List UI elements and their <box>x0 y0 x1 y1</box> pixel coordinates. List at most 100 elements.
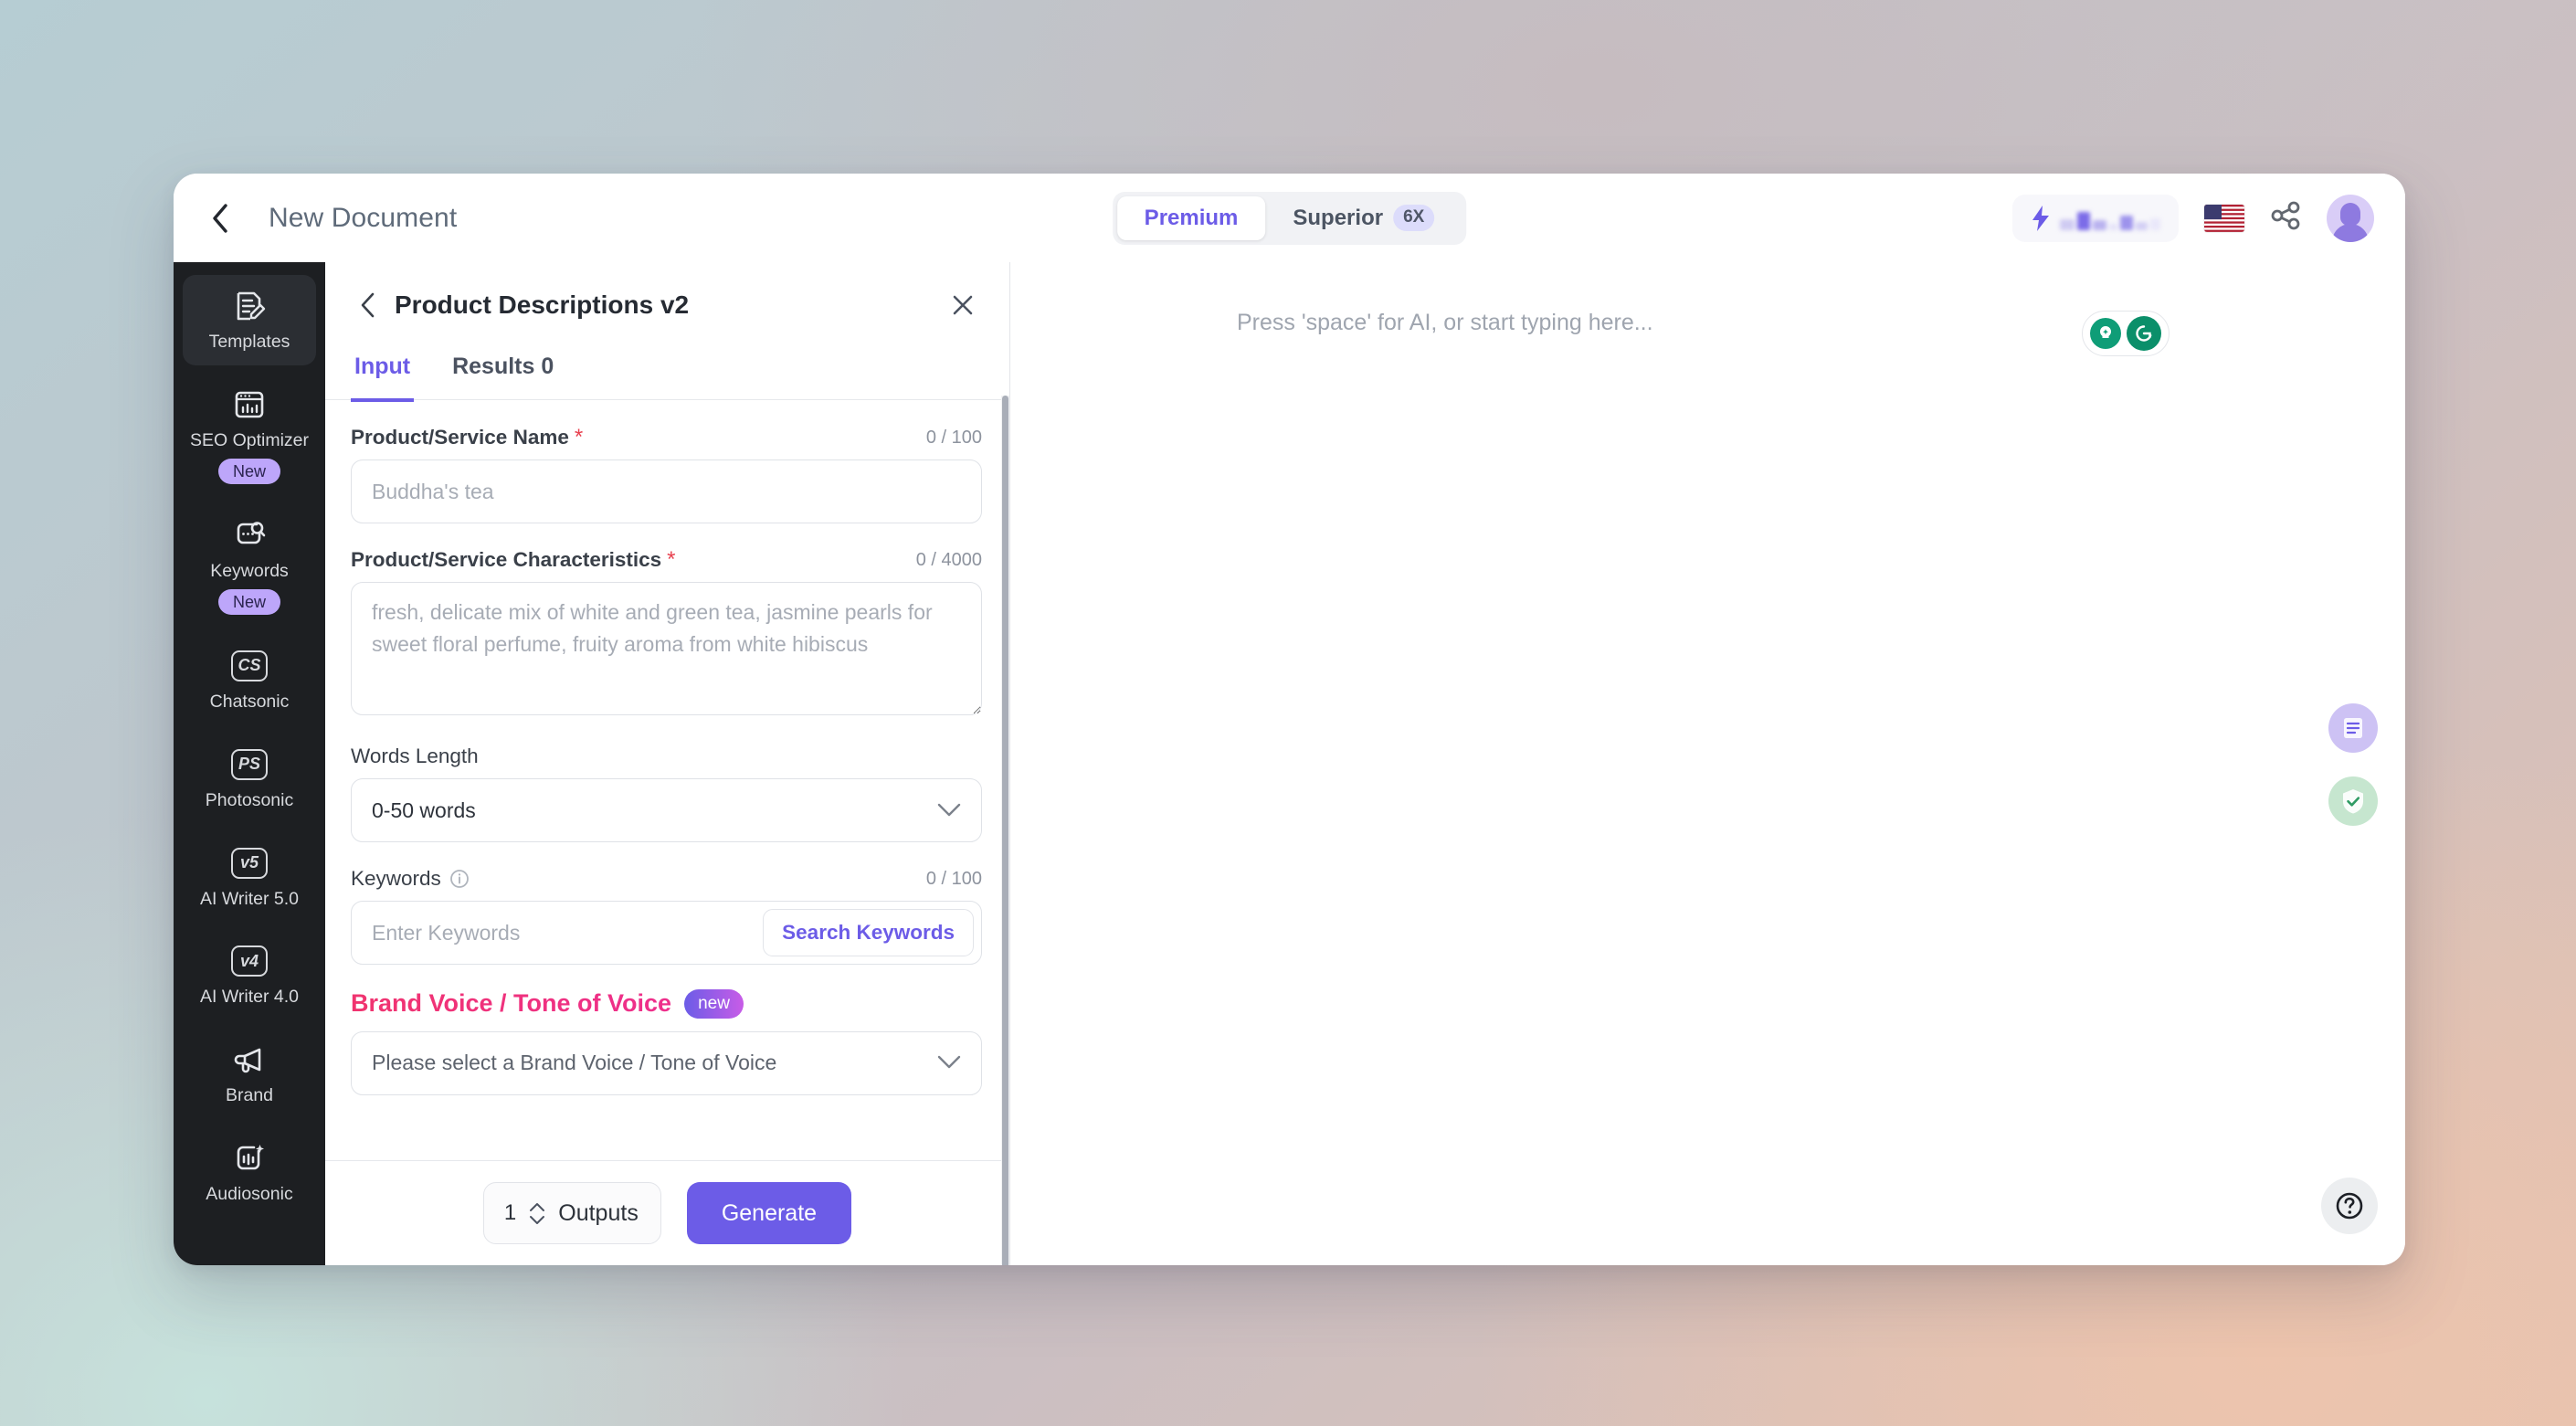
v4-glyph: v4 <box>231 945 268 977</box>
chevron-down-icon <box>937 1051 961 1075</box>
help-button[interactable] <box>2321 1178 2378 1234</box>
panel-back-button[interactable] <box>351 288 385 322</box>
top-bar-actions <box>2012 194 2374 242</box>
chevron-up-icon[interactable] <box>529 1202 545 1212</box>
sidebar-item-seo-optimizer[interactable]: SEO Optimizer New <box>183 374 316 496</box>
field-product-name-header: Product/Service Name * 0 / 100 <box>351 426 982 449</box>
char-counter: 0 / 4000 <box>915 549 982 570</box>
avatar[interactable] <box>2327 194 2374 242</box>
close-icon <box>953 295 973 315</box>
grammarly-g-icon[interactable] <box>2127 316 2161 351</box>
back-button[interactable] <box>199 197 241 239</box>
field-label: Product/Service Characteristics <box>351 548 662 571</box>
field-label: Words Length <box>351 745 479 767</box>
audio-sparkle-icon <box>233 1139 266 1178</box>
keywords-input[interactable] <box>372 920 764 945</box>
share-button[interactable] <box>2270 200 2301 236</box>
model-segmented-control: Premium Superior 6X <box>1112 191 1467 245</box>
app-body: Templates SEO Optimizer New Keywords New… <box>174 262 2405 1265</box>
panel-close-button[interactable] <box>944 286 982 324</box>
keywords-input-group: Search Keywords <box>351 901 982 965</box>
seo-chart-window-icon <box>233 386 266 424</box>
field-brand-voice: Brand Voice / Tone of Voice new Please s… <box>351 989 982 1095</box>
required-asterisk: * <box>667 547 676 572</box>
keyword-search-icon <box>233 516 266 555</box>
product-name-input[interactable] <box>351 459 982 523</box>
char-counter: 0 / 100 <box>925 427 982 448</box>
words-length-value: 0-50 words <box>372 798 476 822</box>
top-bar: New Document Premium Superior 6X <box>174 174 2405 262</box>
sidebar-item-label: Keywords <box>210 560 289 581</box>
ps-box-icon: PS <box>231 745 268 784</box>
lightning-bolt-icon <box>2032 205 2049 231</box>
question-mark-icon <box>2336 1192 2363 1220</box>
brand-voice-new-badge: new <box>684 989 744 1019</box>
panel-tabs: Input Results 0 <box>325 346 1009 402</box>
chevron-down-icon <box>937 798 961 823</box>
chevron-left-icon <box>361 292 375 318</box>
v5-glyph: v5 <box>231 847 268 879</box>
editor-placeholder: Press 'space' for AI, or start typing he… <box>1237 310 1653 335</box>
char-counter: 0 / 100 <box>925 868 982 889</box>
stepper-arrows[interactable] <box>529 1202 545 1225</box>
sidebar-item-ai-writer-4[interactable]: v4 AI Writer 4.0 <box>183 930 316 1020</box>
shield-check-icon[interactable] <box>2328 776 2378 826</box>
generate-button[interactable]: Generate <box>686 1182 852 1244</box>
brand-voice-value: Please select a Brand Voice / Tone of Vo… <box>372 1051 777 1075</box>
outputs-count: 1 <box>503 1200 517 1225</box>
writing-assistant-pill[interactable] <box>2082 311 2170 356</box>
field-label: Product/Service Name <box>351 426 569 449</box>
ps-glyph: PS <box>231 748 268 780</box>
sidebar-badge-new: New <box>217 458 280 484</box>
megaphone-icon <box>232 1040 267 1079</box>
words-length-select[interactable]: 0-50 words <box>351 778 982 842</box>
share-nodes-icon <box>2271 201 2300 230</box>
sidebar-item-chatsonic[interactable]: CS Chatsonic <box>183 635 316 725</box>
lightbulb-sparkle-icon[interactable] <box>2090 318 2121 349</box>
document-editor[interactable]: Press 'space' for AI, or start typing he… <box>1010 262 2405 1265</box>
tab-results[interactable]: Results 0 <box>449 346 557 402</box>
form-body: Product/Service Name * 0 / 100 Product/S… <box>325 400 1009 1160</box>
sidebar-item-label: AI Writer 4.0 <box>199 987 299 1008</box>
sidebar-item-ai-writer-5[interactable]: v5 AI Writer 5.0 <box>183 832 316 923</box>
panel-scrollbar[interactable] <box>1001 396 1009 1265</box>
avatar-body <box>2332 223 2369 242</box>
search-keywords-button[interactable]: Search Keywords <box>763 909 974 956</box>
brand-voice-select[interactable]: Please select a Brand Voice / Tone of Vo… <box>351 1030 982 1095</box>
sidebar-badge-new: New <box>217 588 280 615</box>
required-asterisk: * <box>574 425 584 449</box>
sidebar-item-label: Chatsonic <box>209 691 290 712</box>
summarize-document-icon[interactable] <box>2328 703 2378 753</box>
template-form-panel: Product Descriptions v2 Input Results 0 … <box>325 262 1010 1265</box>
tab-input[interactable]: Input <box>351 346 415 402</box>
field-characteristics: Product/Service Characteristics * 0 / 40… <box>351 548 982 720</box>
segment-premium[interactable]: Premium <box>1116 195 1266 240</box>
sidebar-item-label: Brand <box>225 1085 274 1106</box>
segment-premium-label: Premium <box>1144 205 1239 230</box>
brand-voice-label: Brand Voice / Tone of Voice <box>351 989 672 1018</box>
avatar-head <box>2340 202 2360 226</box>
sidebar-item-keywords[interactable]: Keywords New <box>183 504 316 627</box>
info-icon[interactable] <box>449 869 470 889</box>
sidebar-item-label: Templates <box>208 332 290 352</box>
brand-voice-header: Brand Voice / Tone of Voice new <box>351 989 982 1019</box>
us-flag-icon[interactable] <box>2204 204 2244 232</box>
panel-scrollbar-thumb[interactable] <box>1002 396 1008 1265</box>
sidebar: Templates SEO Optimizer New Keywords New… <box>174 262 325 1265</box>
v4-box-icon: v4 <box>231 942 268 980</box>
chevron-left-icon <box>213 203 227 233</box>
sidebar-item-audiosonic[interactable]: Audiosonic <box>183 1127 316 1218</box>
characteristics-textarea[interactable] <box>351 582 982 715</box>
sidebar-item-templates[interactable]: Templates <box>183 275 316 365</box>
segment-superior[interactable]: Superior 6X <box>1265 196 1462 240</box>
sidebar-item-brand[interactable]: Brand <box>183 1029 316 1119</box>
app-window: New Document Premium Superior 6X Templat… <box>174 174 2405 1265</box>
chevron-down-icon[interactable] <box>529 1215 545 1225</box>
outputs-stepper[interactable]: 1 Outputs <box>482 1182 661 1244</box>
field-words-length: Words Length 0-50 words <box>351 745 982 842</box>
panel-footer: 1 Outputs Generate <box>325 1160 1009 1265</box>
sidebar-item-photosonic[interactable]: PS Photosonic <box>183 734 316 824</box>
field-keywords: Keywords 0 / 100 Search Keywords <box>351 867 982 965</box>
credits-indicator[interactable] <box>2012 194 2179 242</box>
flag-svg <box>2204 204 2244 232</box>
